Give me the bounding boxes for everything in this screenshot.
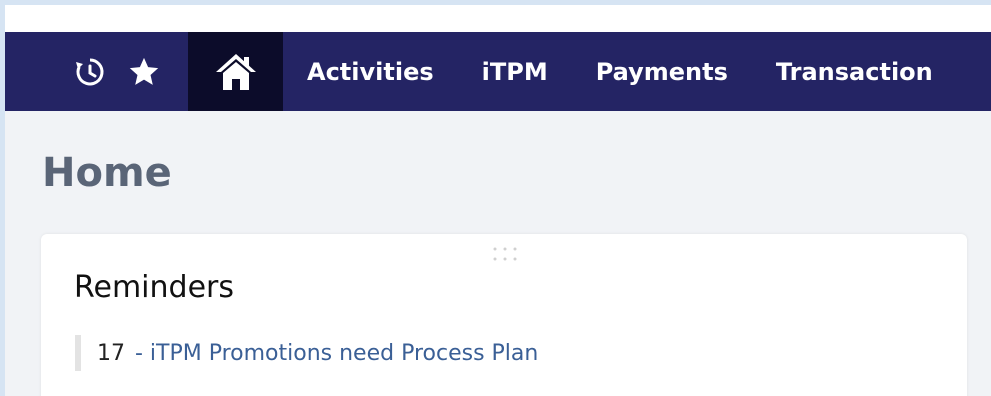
favorites-button[interactable]: [119, 32, 169, 111]
star-icon: [129, 57, 159, 85]
main-content: Home Reminders 17 - iTPM Promotions need…: [5, 111, 991, 396]
nav-link-itpm[interactable]: iTPM: [458, 32, 572, 111]
history-icon: [76, 58, 104, 85]
nav-link-payments[interactable]: Payments: [572, 32, 752, 111]
reminders-card: Reminders 17 - iTPM Promotions need Proc…: [41, 234, 967, 396]
home-button[interactable]: [188, 32, 283, 111]
home-icon: [215, 53, 256, 90]
main-navbar: Activities iTPM Payments Transaction: [5, 32, 991, 111]
reminder-count: 17: [97, 340, 125, 366]
recent-history-button[interactable]: [65, 32, 115, 111]
reminder-link[interactable]: - iTPM Promotions need Process Plan: [135, 341, 538, 366]
reminders-title: Reminders: [74, 270, 234, 305]
drag-handle-icon[interactable]: [490, 246, 520, 262]
reminder-item: 17 - iTPM Promotions need Process Plan: [75, 335, 538, 371]
nav-link-transactions[interactable]: Transaction: [752, 32, 957, 111]
page-title: Home: [42, 150, 172, 196]
nav-link-activities[interactable]: Activities: [283, 32, 458, 111]
